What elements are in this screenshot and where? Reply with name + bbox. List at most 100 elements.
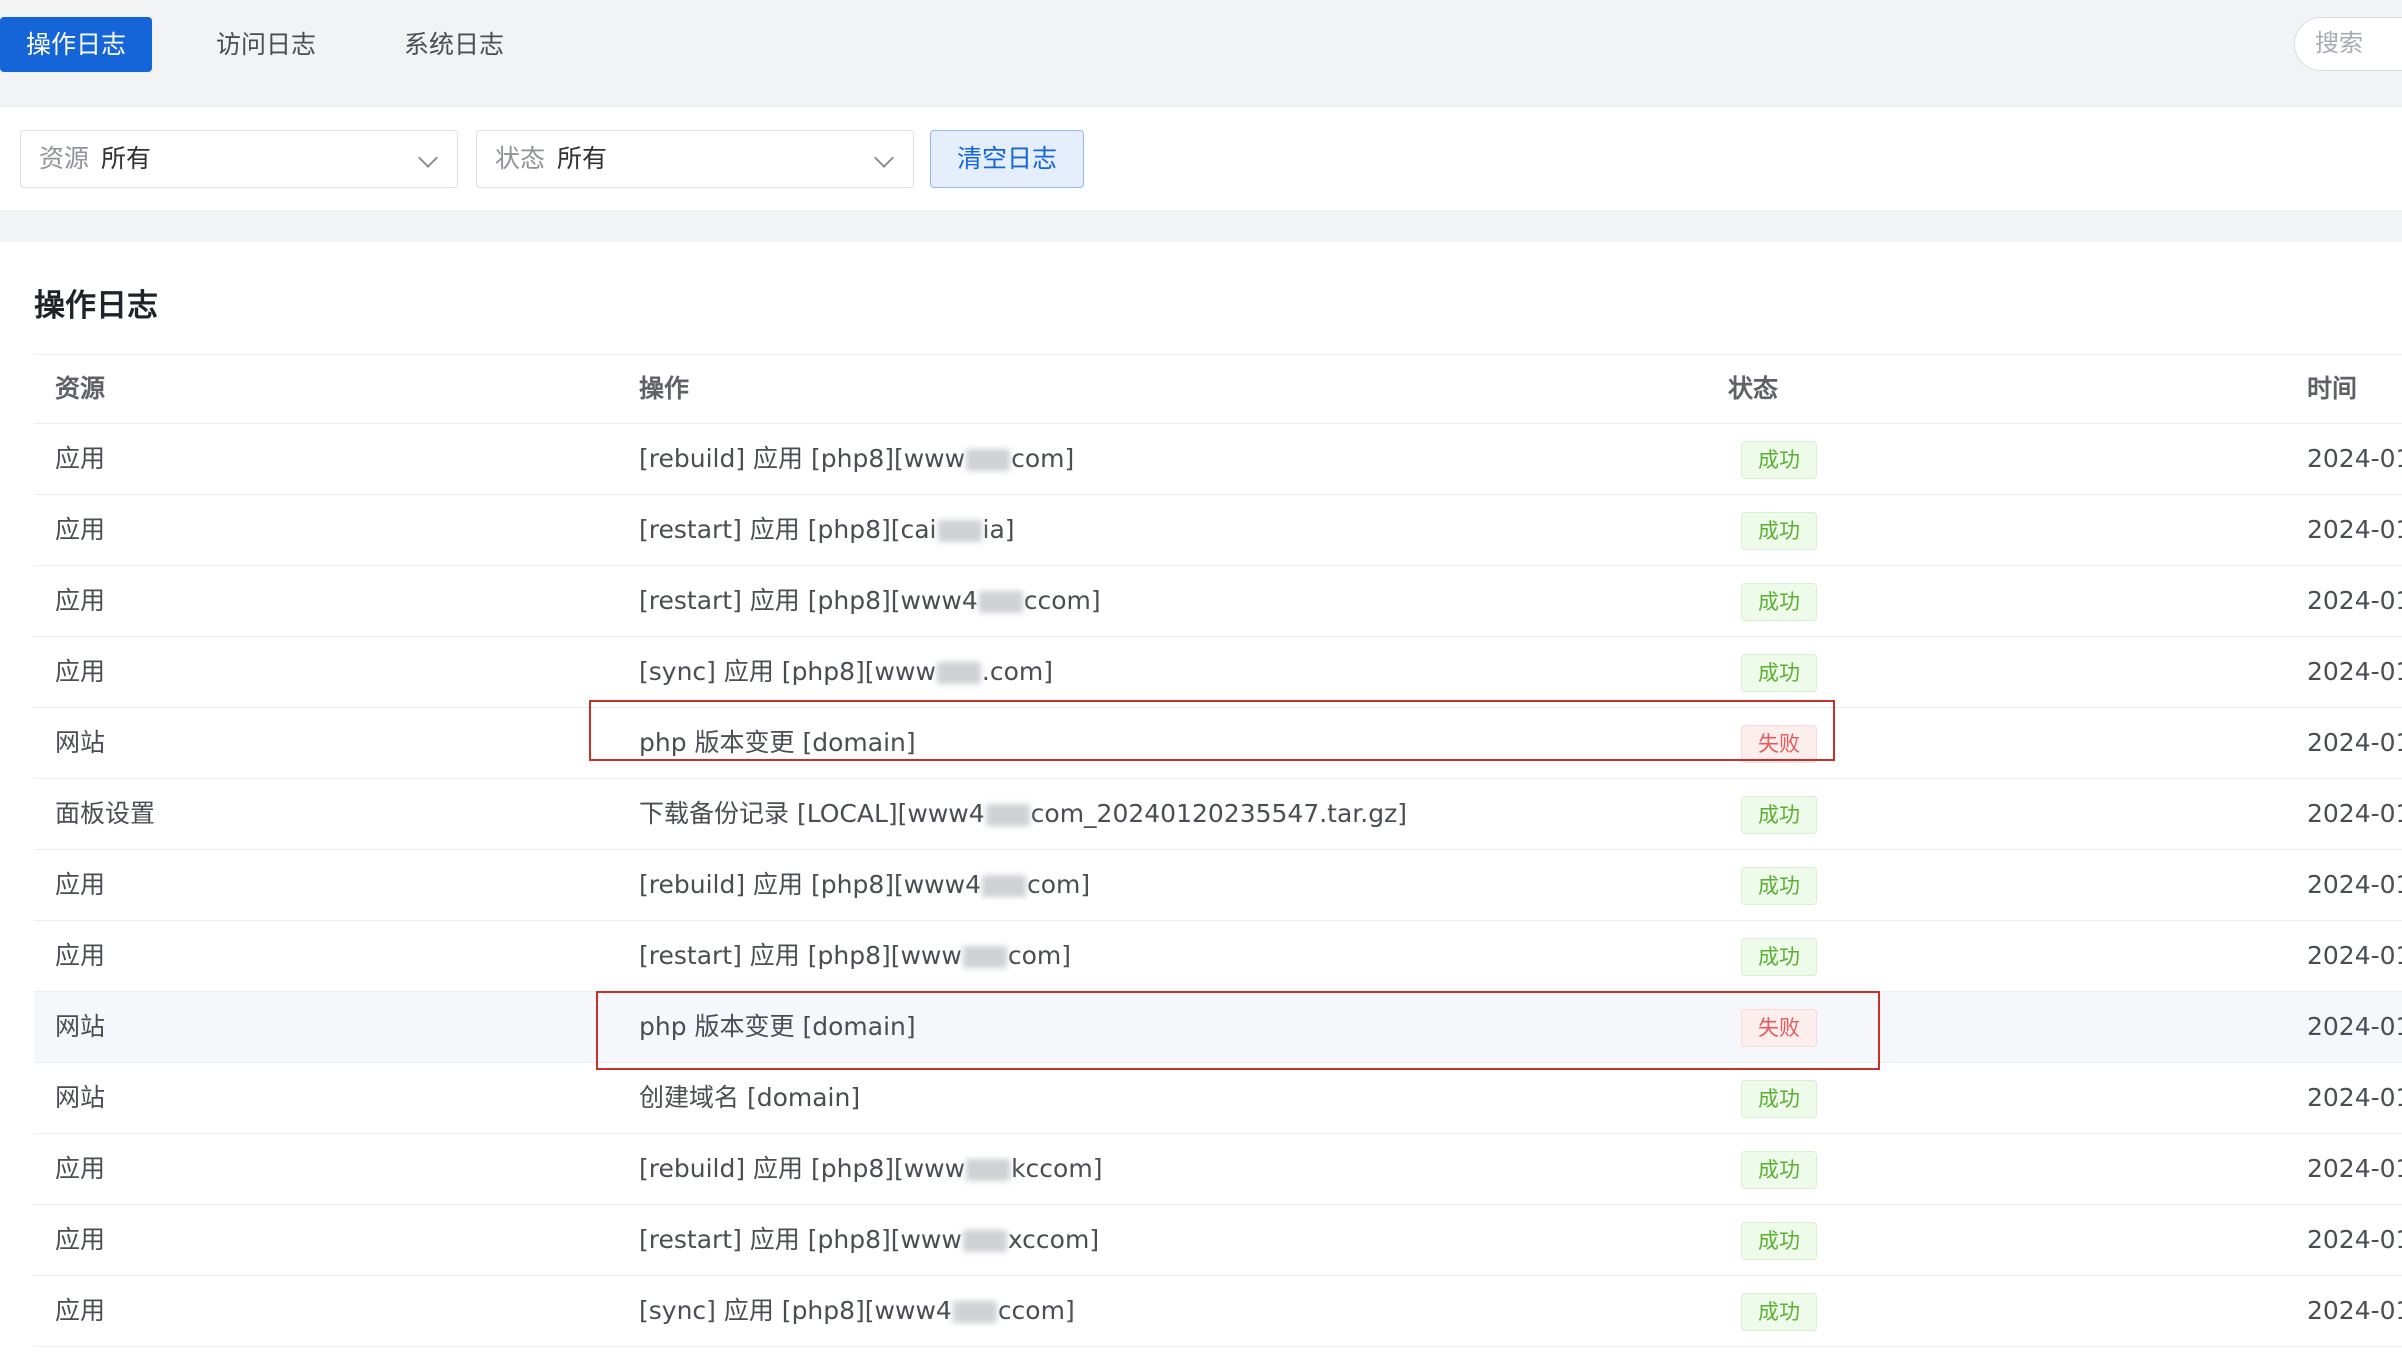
redacted-blur: [966, 1159, 1011, 1181]
operation-text-suffix: com]: [1007, 941, 1071, 970]
cell-operation: [rebuild] 应用 [php8][www kccom]: [639, 1134, 1102, 1204]
status-badge: 成功: [1741, 1222, 1817, 1260]
operation-text: [rebuild] 应用 [php8][www: [639, 1154, 966, 1183]
cell-resource: 应用: [55, 1225, 106, 1254]
status-badge: 成功: [1741, 938, 1817, 976]
cell-time: 2024-01-: [2307, 515, 2402, 544]
resource-select-value: 所有: [101, 144, 152, 173]
redacted-blur: [952, 1301, 997, 1323]
cell-operation: [restart] 应用 [php8][www xccom]: [639, 1205, 1099, 1275]
table-row: 应用 [rebuild] 应用 [php8][www4 com] 成功 2024-01-: [34, 850, 2402, 921]
cell-time: 2024-01-: [2307, 1154, 2402, 1183]
cell-time: 2024-01-: [2307, 728, 2402, 757]
operation-text: [restart] 应用 [php8][www: [639, 1225, 962, 1254]
status-badge: 成功: [1741, 654, 1817, 692]
cell-time: 2024-01-: [2307, 941, 2402, 970]
cell-time: 2024-01-: [2307, 1083, 2402, 1112]
operation-text: [rebuild] 应用 [php8][www: [639, 444, 966, 473]
cell-operation: [restart] 应用 [php8][www4 ccom]: [639, 566, 1101, 636]
cell-resource: 应用: [55, 941, 106, 970]
redacted-blur: [966, 449, 1011, 471]
status-badge: 成功: [1741, 796, 1817, 834]
cell-operation: [restart] 应用 [php8][cai ia]: [639, 495, 1015, 565]
table-row: 应用 [restart] 应用 [php8][www xccom] 成功 2024-01…: [34, 1205, 2402, 1276]
tab-access-log[interactable]: 访问日志: [190, 17, 342, 72]
operation-text: [sync] 应用 [php8][www4: [639, 1296, 952, 1325]
redacted-blur: [962, 946, 1007, 968]
cell-resource: 应用: [55, 586, 106, 615]
table-row: 应用 [rebuild] 应用 [php8][www com] 成功 2024-01-: [34, 424, 2402, 495]
table-row: 应用 [restart] 应用 [php8][www com] 成功 2024-01-: [34, 921, 2402, 992]
resource-select[interactable]: 资源 所有: [20, 130, 458, 188]
redacted-blur: [981, 875, 1026, 897]
redacted-blur: [978, 591, 1023, 613]
panel-title: 操作日志: [34, 288, 158, 324]
status-badge: 成功: [1741, 867, 1817, 905]
cell-resource: 应用: [55, 1154, 106, 1183]
status-badge: 成功: [1741, 583, 1817, 621]
status-select-value: 所有: [557, 144, 608, 173]
operation-text-suffix: com]: [1011, 444, 1075, 473]
redacted-blur: [937, 520, 982, 542]
operation-text-suffix: com_20240120235547.tar.gz]: [1030, 799, 1407, 828]
table-row: 应用 [restart] 应用 [php8][cai ia] 成功 2024-01-: [34, 495, 2402, 566]
operation-text: php 版本变更 [domain]: [639, 1012, 916, 1041]
operation-text-suffix: ia]: [982, 515, 1015, 544]
log-table: 资源 操作 状态 时间 应用 [rebuild] 应用 [php8][www com…: [34, 354, 2402, 1347]
operation-text: [restart] 应用 [php8][cai: [639, 515, 937, 544]
operation-text-suffix: ccom]: [997, 1296, 1075, 1325]
operation-text: [rebuild] 应用 [php8][www4: [639, 870, 981, 899]
clear-logs-button[interactable]: 清空日志: [930, 130, 1084, 188]
operation-text-suffix: .com]: [981, 657, 1053, 686]
cell-time: 2024-01-: [2307, 657, 2402, 686]
cell-resource: 应用: [55, 1296, 106, 1325]
cell-resource: 面板设置: [55, 799, 156, 828]
status-badge: 成功: [1741, 512, 1817, 550]
cell-operation: php 版本变更 [domain]: [639, 992, 916, 1062]
status-badge: 成功: [1741, 1080, 1817, 1118]
cell-time: 2024-01-: [2307, 586, 2402, 615]
cell-resource: 应用: [55, 657, 106, 686]
column-header-resource: 资源: [55, 374, 106, 403]
status-badge: 成功: [1741, 1151, 1817, 1189]
log-panel: 操作日志 资源 操作 状态 时间 应用 [rebuild] 应用 [php8][w…: [0, 242, 2402, 1356]
cell-time: 2024-01-: [2307, 1225, 2402, 1254]
cell-resource: 应用: [55, 515, 106, 544]
top-tab-bar: 操作日志 访问日志 系统日志: [0, 0, 2402, 106]
cell-time: 2024-01-: [2307, 799, 2402, 828]
table-row: 网站 php 版本变更 [domain] 失败 2024-01-: [34, 992, 2402, 1063]
cell-operation: php 版本变更 [domain]: [639, 708, 916, 778]
cell-operation: [restart] 应用 [php8][www com]: [639, 921, 1071, 991]
status-badge: 成功: [1741, 441, 1817, 479]
table-body: 应用[rebuild] 应用 [php8][wwwcom]成功2024-01-应…: [34, 424, 2402, 1347]
search-box: [2294, 17, 2402, 71]
column-header-status: 状态: [1728, 374, 1779, 403]
operation-text-suffix: xccom]: [1007, 1225, 1100, 1254]
filter-bar: 资源 所有 状态 所有 清空日志: [0, 106, 2402, 210]
tab-operation-log[interactable]: 操作日志: [0, 17, 152, 72]
table-row: 应用 [sync] 应用 [php8][www4 ccom] 成功 2024-01-: [34, 1276, 2402, 1347]
operation-text: [restart] 应用 [php8][www4: [639, 586, 978, 615]
cell-resource: 应用: [55, 444, 106, 473]
operation-text: php 版本变更 [domain]: [639, 728, 916, 757]
operation-text-suffix: ccom]: [1023, 586, 1101, 615]
redacted-blur: [936, 662, 981, 684]
cell-time: 2024-01-: [2307, 444, 2402, 473]
status-select[interactable]: 状态 所有: [476, 130, 914, 188]
cell-time: 2024-01-: [2307, 870, 2402, 899]
table-row: 面板设置 下载备份记录 [LOCAL][www4 com_2024012023554…: [34, 779, 2402, 850]
cell-operation: [rebuild] 应用 [php8][www4 com]: [639, 850, 1090, 920]
table-row: 应用 [sync] 应用 [php8][www .com] 成功 2024-01-: [34, 637, 2402, 708]
table-row: 应用 [restart] 应用 [php8][www4 ccom] 成功 2024-01…: [34, 566, 2402, 637]
cell-time: 2024-01-: [2307, 1296, 2402, 1325]
cell-operation: 创建域名 [domain]: [639, 1063, 860, 1133]
cell-resource: 网站: [55, 728, 106, 757]
operation-text-suffix: com]: [1026, 870, 1091, 899]
chevron-down-icon: [418, 148, 438, 168]
cell-resource: 网站: [55, 1012, 106, 1041]
cell-resource: 网站: [55, 1083, 106, 1112]
table-row: 网站 php 版本变更 [domain] 失败 2024-01-: [34, 708, 2402, 779]
search-input[interactable]: [2313, 18, 2402, 68]
table-header: 资源 操作 状态 时间: [34, 354, 2402, 424]
tab-system-log[interactable]: 系统日志: [378, 17, 530, 72]
